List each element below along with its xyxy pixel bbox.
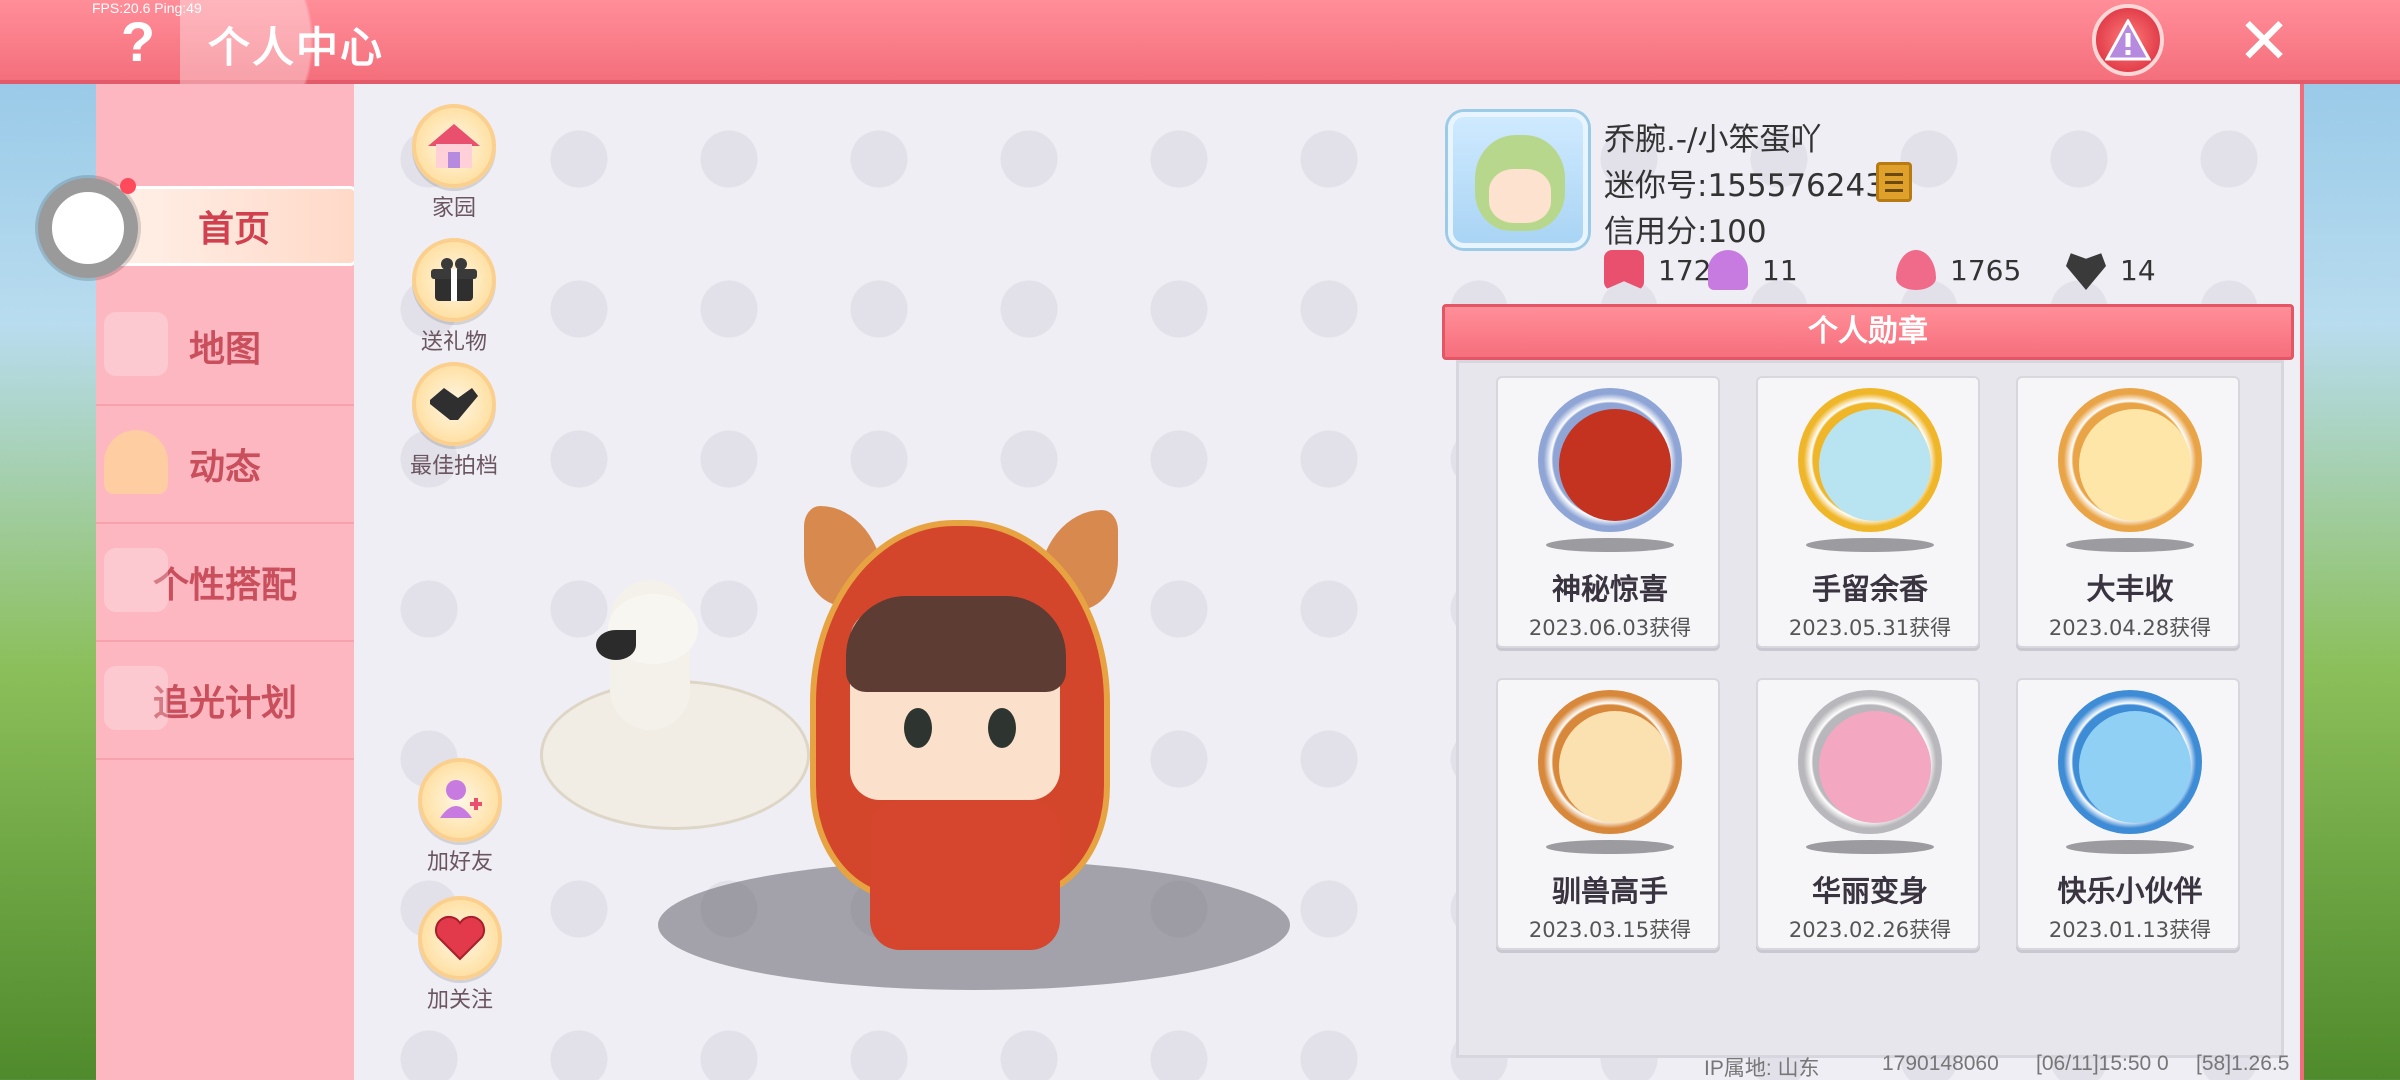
badge-card[interactable]: 手留余香 2023.05.31获得	[1756, 376, 1980, 648]
badge-card[interactable]: 驯兽高手 2023.03.15获得	[1496, 678, 1720, 950]
badge-card[interactable]: 快乐小伙伴 2023.01.13获得	[2016, 678, 2240, 950]
badge-card[interactable]: 神秘惊喜 2023.06.03获得	[1496, 376, 1720, 648]
user-avatar[interactable]	[1448, 112, 1588, 248]
add-friend-label: 加好友	[426, 850, 493, 875]
badge-date: 2023.02.26获得	[1788, 918, 1952, 942]
avatar-face	[1489, 169, 1551, 223]
best-partner-button[interactable]: 最佳拍档	[394, 362, 514, 480]
page-title: 个人中心	[208, 23, 385, 72]
warning-icon	[2105, 19, 2151, 61]
gift-icon	[412, 238, 496, 322]
badge-card[interactable]: 华丽变身 2023.02.26获得	[1756, 678, 1980, 950]
badge-medal-core	[2079, 711, 2191, 823]
notification-dot	[120, 178, 136, 194]
stat-trophy: 11	[1708, 250, 1798, 290]
report-button[interactable]	[2092, 4, 2164, 76]
handshake-icon	[412, 362, 496, 446]
send-gift-label: 送礼物	[420, 330, 487, 355]
heart-icon	[2066, 253, 2106, 290]
badge-medal-core	[1819, 409, 1931, 521]
character-right-eye	[988, 708, 1016, 748]
badge-pedestal	[2066, 840, 2194, 854]
badge-name: 驯兽高手	[1551, 874, 1668, 908]
ip-location: IP属地: 山东	[1704, 1057, 1820, 1080]
sidebar-item-map[interactable]: 地图	[96, 288, 354, 406]
badge-name: 华丽变身	[1811, 874, 1928, 908]
badge-date: 2023.04.28获得	[2048, 616, 2212, 640]
badge-medal-icon	[2058, 388, 2202, 532]
sidebar-item-plan[interactable]: 追光计划	[96, 642, 354, 760]
bookmark-icon	[1604, 250, 1644, 290]
badge-date: 2023.06.03获得	[1528, 616, 1692, 640]
swan-pet-beak	[596, 630, 636, 660]
bell-icon	[104, 430, 168, 494]
character-left-eye	[904, 708, 932, 748]
sidebar-item-label: 动态	[188, 447, 261, 488]
help-icon[interactable]: ?	[110, 12, 166, 72]
badge-date: 2023.05.31获得	[1788, 616, 1952, 640]
close-icon[interactable]: ✕	[2232, 10, 2296, 74]
badge-name: 神秘惊喜	[1551, 572, 1668, 606]
badge-card[interactable]: 大丰收 2023.04.28获得	[2016, 376, 2240, 648]
follow-label: 加关注	[426, 988, 493, 1013]
sidebar-item-label: 地图	[188, 329, 261, 370]
badge-medal-icon	[1798, 690, 1942, 834]
badge-pedestal	[1546, 840, 1674, 854]
add-user-icon	[418, 758, 502, 842]
user-credit-score: 信用分:100	[1604, 214, 1767, 250]
stat-popularity: 1765	[1896, 250, 2021, 290]
badge-medal-core	[1559, 409, 1671, 521]
badge-date: 2023.01.13获得	[2048, 918, 2212, 942]
home-label: 家园	[431, 196, 476, 221]
badge-medal-core	[1559, 711, 1671, 823]
badge-pedestal	[1806, 538, 1934, 552]
home-button[interactable]: 家园	[394, 104, 514, 222]
badge-name: 手留余香	[1811, 572, 1928, 606]
user-mini-id: 迷你号:1555762433	[1604, 168, 1905, 204]
badge-date: 2023.03.15获得	[1528, 918, 1692, 942]
badge-pedestal	[1546, 538, 1674, 552]
user-nickname: 乔腕.-/小笨蛋吖	[1604, 122, 1822, 158]
house-icon	[412, 104, 496, 188]
badge-medal-icon	[1538, 388, 1682, 532]
badge-name: 快乐小伙伴	[2057, 874, 2203, 908]
user-uid: 1790148060	[1882, 1052, 1999, 1075]
outfit-icon	[104, 548, 168, 612]
floating-menu-button[interactable]	[38, 178, 138, 278]
best-partner-label: 最佳拍档	[409, 454, 498, 479]
character-body	[870, 800, 1060, 950]
badge-medal-core	[1819, 711, 1931, 823]
calendar-icon	[104, 666, 168, 730]
badge-medal-icon	[1798, 388, 1942, 532]
badge-name: 大丰收	[2086, 572, 2174, 606]
sidebar-item-label: 个性搭配	[152, 565, 297, 606]
trophy-person-icon	[1708, 250, 1748, 290]
sidebar-item-outfit[interactable]: 个性搭配	[96, 524, 354, 642]
heart-icon	[418, 896, 502, 980]
copy-icon[interactable]	[1876, 162, 1912, 202]
badge-pedestal	[1806, 840, 1934, 854]
send-gift-button[interactable]: 送礼物	[394, 238, 514, 356]
version-label: [58]1.26.5	[2196, 1052, 2290, 1075]
badges-title: 个人勋章	[1442, 304, 2294, 360]
badge-medal-core	[2079, 409, 2191, 521]
stat-bookmark: 172	[1604, 250, 1711, 290]
server-time: [06/11]15:50 0	[2036, 1052, 2169, 1075]
sidebar-item-home[interactable]: 首页	[110, 186, 358, 266]
stat-likes: 14	[2066, 250, 2156, 290]
header-bar: FPS:20.6 Ping:49 ? 个人中心 ✕	[0, 0, 2400, 84]
sidebar-item-feed[interactable]: 动态	[96, 406, 354, 524]
player-avatar-model[interactable]	[530, 500, 1290, 1000]
badge-pedestal	[2066, 538, 2194, 552]
badge-medal-icon	[2058, 690, 2202, 834]
add-friend-button[interactable]: 加好友	[400, 758, 520, 876]
follow-button[interactable]: 加关注	[400, 896, 520, 1014]
sidebar-item-label: 追光计划	[152, 683, 297, 724]
badge-medal-icon	[1538, 690, 1682, 834]
sidebar-item-label: 首页	[197, 209, 270, 250]
flame-icon	[1896, 250, 1936, 290]
map-icon	[104, 312, 168, 376]
character-hair	[846, 596, 1066, 692]
